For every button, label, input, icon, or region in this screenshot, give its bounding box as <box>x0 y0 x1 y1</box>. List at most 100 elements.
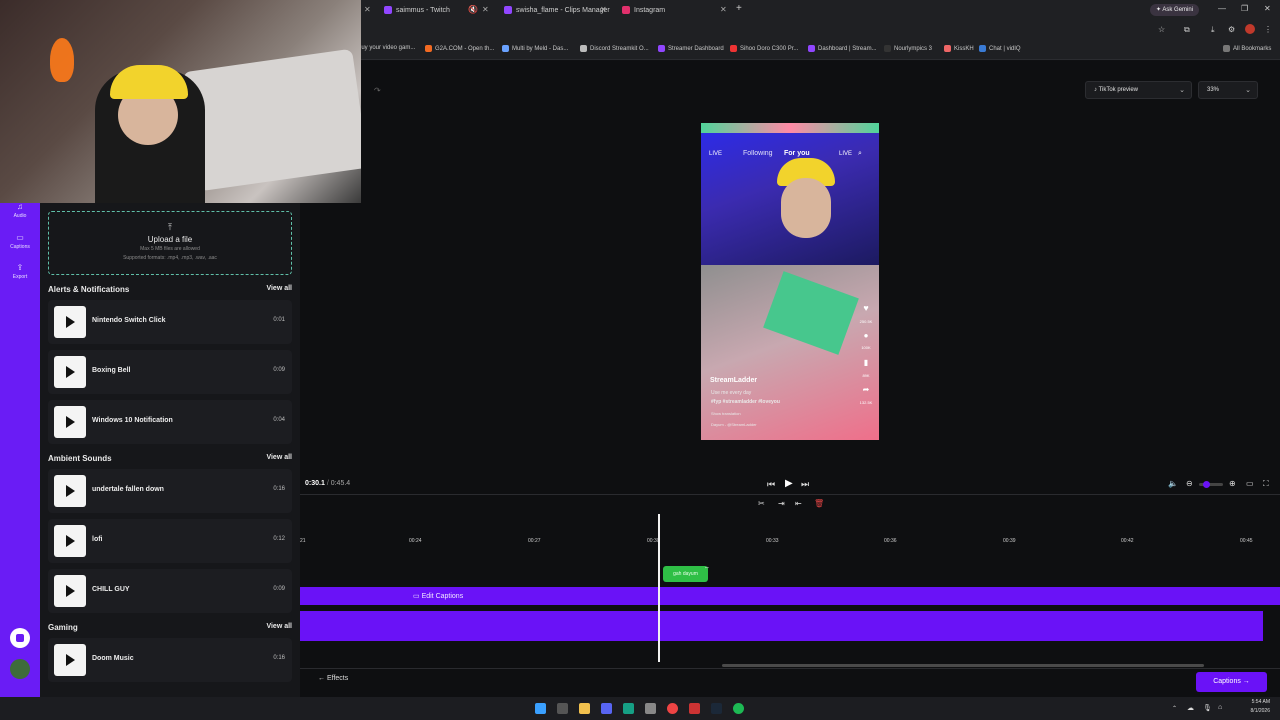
app-icon[interactable] <box>645 703 656 714</box>
skip-forward-icon[interactable]: ⏭ <box>801 479 809 490</box>
cloud-icon[interactable]: ☁ <box>1187 704 1194 712</box>
mute-icon[interactable]: 🔇 <box>468 5 478 14</box>
play-icon[interactable] <box>54 525 86 557</box>
play-icon[interactable] <box>54 475 86 507</box>
zoom-dropdown[interactable]: 33% ⌄ <box>1198 81 1258 99</box>
likes-count: 250.5K <box>859 319 873 324</box>
play-icon[interactable] <box>54 306 86 338</box>
windows-start-icon[interactable] <box>535 703 546 714</box>
play-icon[interactable]: ▶ <box>785 478 793 489</box>
download-icon[interactable]: ⤓ <box>1211 25 1215 35</box>
play-icon[interactable] <box>54 356 86 388</box>
new-tab-button[interactable]: + <box>736 3 742 14</box>
close-tab-icon[interactable]: ✕ <box>364 5 371 14</box>
bookmark-item[interactable]: Nourlympics 3 <box>884 45 932 52</box>
minimize-icon[interactable]: — <box>1218 4 1226 13</box>
discord-icon[interactable] <box>601 703 612 714</box>
tab-instagram[interactable]: Instagram <box>616 2 671 18</box>
playhead[interactable] <box>658 514 660 662</box>
rail-item-audio[interactable]: ♫ Audio <box>0 202 40 219</box>
close-tab-icon[interactable]: ✕ <box>720 5 727 14</box>
tab-twitch[interactable]: saimmus - Twitch <box>378 2 456 18</box>
bookmark-item[interactable]: KissKH <box>944 45 974 52</box>
chrome-icon[interactable] <box>667 703 678 714</box>
zoom-slider[interactable] <box>1199 481 1223 488</box>
rail-label: Export <box>12 274 28 280</box>
bookmark-item[interactable]: Dashboard | Stream... <box>808 45 877 52</box>
effects-button[interactable]: ← Effects <box>318 675 348 682</box>
view-all-link[interactable]: View all <box>266 285 292 292</box>
play-icon[interactable] <box>54 575 86 607</box>
edit-captions-button[interactable]: ▭ Edit Captions <box>413 592 463 600</box>
file-explorer-icon[interactable] <box>579 703 590 714</box>
sound-item[interactable]: CHILL GUY 0:09 <box>48 569 292 613</box>
view-all-link[interactable]: View all <box>266 454 292 461</box>
search-icon[interactable] <box>557 703 568 714</box>
video-preview[interactable]: LIVE Following For you LIVE ⌕ StreamLadd… <box>701 123 879 440</box>
network-icon[interactable]: ⌂ <box>1218 704 1222 711</box>
sound-item[interactable]: Boxing Bell 0:09 <box>48 350 292 394</box>
star-icon[interactable]: ☆ <box>1158 25 1165 34</box>
rail-item-captions[interactable]: ▭ Captions <box>0 233 40 250</box>
settings-icon[interactable]: ⚙ <box>1228 25 1235 34</box>
restore-icon[interactable]: ❐ <box>1241 4 1248 13</box>
bookmark-item[interactable]: Multi by Meld - Das... <box>502 45 568 52</box>
spotify-icon[interactable] <box>733 703 744 714</box>
user-avatar[interactable] <box>10 659 30 679</box>
zoom-slider-handle[interactable] <box>1203 481 1210 488</box>
bookmark-item[interactable]: Chat | vidIQ <box>979 45 1021 52</box>
trash-icon[interactable]: 🗑 <box>814 499 824 508</box>
sound-item[interactable]: lofi 0:12 <box>48 519 292 563</box>
profile-avatar[interactable] <box>1245 24 1255 34</box>
sound-item[interactable]: undertale fallen down 0:16 <box>48 469 292 513</box>
video-track[interactable] <box>300 611 1263 641</box>
ask-gemini-button[interactable]: ✦ Ask Gemini <box>1150 4 1200 16</box>
bookmark-item[interactable]: G2A.COM - Open th... <box>425 45 494 52</box>
steam-icon[interactable] <box>711 703 722 714</box>
fullscreen-icon[interactable]: ⛶ <box>1263 479 1269 489</box>
upload-dropzone[interactable]: ⤒ Upload a file Max 5 MB files are allow… <box>48 211 292 275</box>
zoom-out-icon[interactable]: ⊖ <box>1186 479 1193 488</box>
sound-clip[interactable]: gah dayum <box>663 566 708 582</box>
redo-icon[interactable]: ↷ <box>374 86 381 95</box>
help-button[interactable] <box>10 628 30 648</box>
bookmark-item[interactable]: Streamer Dashboard <box>658 45 724 52</box>
timeline-scrollbar[interactable] <box>722 664 1204 667</box>
all-bookmarks[interactable]: All Bookmarks <box>1223 45 1271 52</box>
bookmark-item[interactable]: Discord Streamkit O... <box>580 45 649 52</box>
tab-clips-manager[interactable]: swisha_flame - Clips Manager <box>498 2 616 18</box>
captions-track[interactable]: ▭ Edit Captions <box>300 587 1280 605</box>
twitch-icon <box>504 6 512 14</box>
tiktok-preview-dropdown[interactable]: ♪ TikTok preview ⌄ <box>1085 81 1192 99</box>
mic-icon[interactable]: 🎙 <box>1203 704 1212 712</box>
app-icon[interactable] <box>689 703 700 714</box>
trim-end-icon[interactable]: ⇤ <box>795 499 802 508</box>
extensions-icon[interactable]: ⧉ <box>1184 25 1190 35</box>
play-icon[interactable] <box>54 644 86 676</box>
app-icon[interactable] <box>623 703 634 714</box>
close-window-icon[interactable]: ✕ <box>1264 4 1271 13</box>
fit-icon[interactable]: ▭ <box>1246 479 1254 488</box>
tray-chevron-icon[interactable]: ⌃ <box>1172 705 1177 712</box>
sound-item[interactable]: Nintendo Switch Click 0:01 <box>48 300 292 344</box>
sound-item[interactable]: Windows 10 Notification 0:04 <box>48 400 292 444</box>
play-icon[interactable] <box>54 406 86 438</box>
clock-time[interactable]: 5:54 AM <box>1232 699 1270 705</box>
clock-date[interactable]: 8/1/2026 <box>1232 708 1270 714</box>
trim-start-icon[interactable]: ⇥ <box>778 499 785 508</box>
bookmark-item[interactable]: luy your video gam... <box>360 45 415 51</box>
captions-next-button[interactable]: Captions → <box>1196 672 1267 692</box>
bookmark-item[interactable]: Sihoo Doro C300 Pr... <box>730 45 798 52</box>
menu-icon[interactable]: ⋮ <box>1264 25 1272 34</box>
skip-back-icon[interactable]: ⏮ <box>767 479 775 490</box>
resize-cursor-icon: ⇔ <box>704 565 710 571</box>
close-tab-icon[interactable]: ✕ <box>600 5 607 14</box>
zoom-in-icon[interactable]: ⊕ <box>1229 479 1236 488</box>
arrow-right-icon: → <box>1240 678 1250 685</box>
close-tab-icon[interactable]: ✕ <box>482 5 489 14</box>
sound-item[interactable]: Doom Music 0:16 <box>48 638 292 682</box>
rail-item-export[interactable]: ⇪ Export <box>0 263 40 280</box>
volume-icon[interactable]: 🔈 <box>1168 479 1178 488</box>
view-all-link[interactable]: View all <box>266 623 292 630</box>
scissors-icon[interactable]: ✂ <box>758 499 765 508</box>
